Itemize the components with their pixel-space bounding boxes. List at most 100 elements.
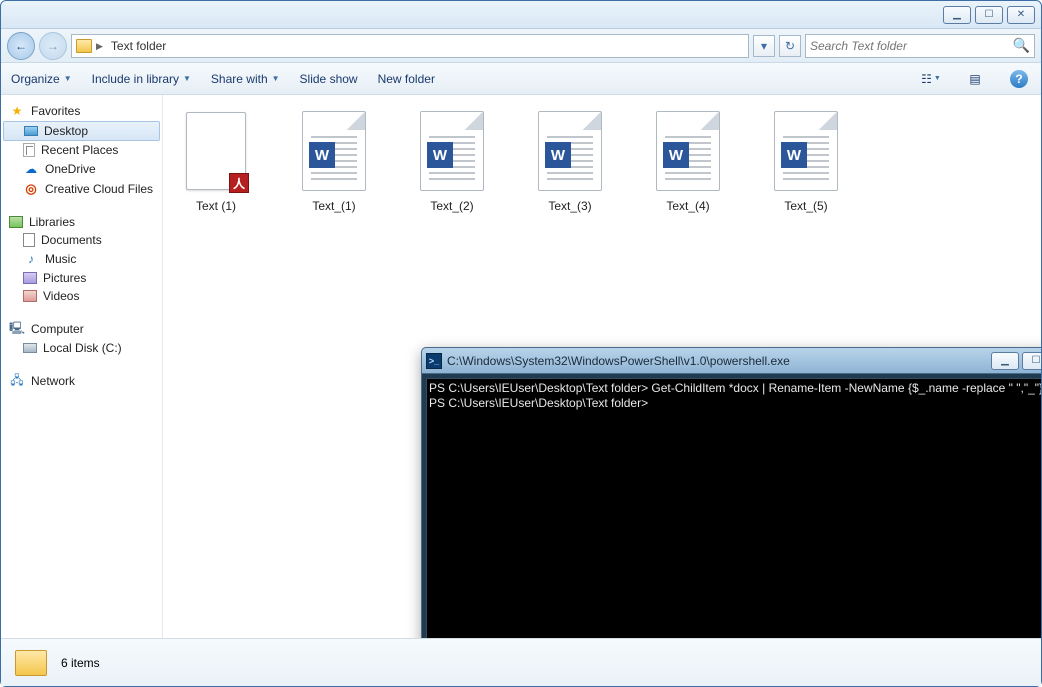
file-item[interactable]: WText_(4)	[643, 109, 733, 213]
nav-libraries[interactable]: Libraries	[1, 213, 162, 231]
view-icon: ☷	[921, 72, 932, 86]
file-item[interactable]: W Text_(3)	[525, 109, 615, 213]
file-item[interactable]: W Text_(2)	[407, 109, 497, 213]
organize-menu[interactable]: Organize ▼	[11, 72, 72, 86]
file-item[interactable]: W Text_(5)	[761, 109, 851, 213]
chevron-down-icon: ▼	[183, 74, 191, 83]
arrow-left-icon: ←	[15, 39, 27, 53]
ps-maximize-button[interactable]: ☐	[1022, 352, 1041, 370]
folder-icon	[15, 650, 47, 676]
nav-onedrive[interactable]: ☁OneDrive	[1, 159, 162, 179]
file-name: Text_(5)	[784, 199, 827, 213]
nav-documents[interactable]: Documents	[1, 231, 162, 249]
arrow-right-icon: →	[47, 39, 59, 53]
breadcrumb-current[interactable]: Text folder	[107, 39, 170, 53]
new-folder-button[interactable]: New folder	[378, 72, 435, 86]
nav-local-disk[interactable]: Local Disk (C:)	[1, 339, 162, 357]
file-item[interactable]: 人 Text (1)	[171, 109, 261, 213]
maximize-button[interactable]: ☐	[975, 6, 1003, 24]
documents-icon	[23, 233, 35, 247]
command-bar: Organize ▼ Include in library ▼ Share with…	[1, 63, 1041, 95]
file-name: Text_(3)	[548, 199, 591, 213]
refresh-button[interactable]: ↻	[779, 35, 801, 57]
forward-button[interactable]: →	[39, 32, 67, 60]
file-name: Text (1)	[196, 199, 236, 213]
item-count: 6 items	[61, 656, 100, 670]
file-name: Text_(2)	[430, 199, 473, 213]
nav-creative-cloud[interactable]: ◎ Creative Cloud Files	[1, 179, 162, 199]
nav-network[interactable]: 🖧Network	[1, 371, 162, 391]
slideshow-label: Slide show	[300, 72, 358, 86]
include-label: Include in library	[92, 72, 179, 86]
slideshow-button[interactable]: Slide show	[300, 72, 358, 86]
search-box[interactable]: 🔍	[805, 34, 1035, 58]
nav-label: Creative Cloud Files	[45, 182, 153, 196]
ps-minimize-button[interactable]: ▁	[991, 352, 1019, 370]
minimize-button[interactable]: ▁	[943, 6, 971, 24]
address-field[interactable]: ▶ Text folder	[71, 34, 749, 58]
help-icon: ?	[1010, 70, 1028, 88]
chevron-down-icon: ▼	[272, 74, 280, 83]
nav-label: Recent Places	[41, 143, 118, 157]
pictures-icon	[23, 272, 37, 284]
nav-recent-places[interactable]: Recent Places	[1, 141, 162, 159]
folder-icon	[76, 39, 92, 53]
view-options-button[interactable]: ☷▼	[919, 68, 943, 90]
docx-thumbnail: W	[652, 109, 724, 193]
status-bar: 6 items	[1, 638, 1041, 686]
powershell-window[interactable]: >_ C:\Windows\System32\WindowsPowerShell…	[421, 347, 1041, 638]
powershell-titlebar[interactable]: >_ C:\Windows\System32\WindowsPowerShell…	[422, 348, 1041, 374]
nav-label: Local Disk (C:)	[43, 341, 122, 355]
nav-label: Pictures	[43, 271, 86, 285]
nav-label: Libraries	[29, 215, 75, 229]
pdf-thumbnail: 人	[180, 109, 252, 193]
newfolder-label: New folder	[378, 72, 435, 86]
organize-label: Organize	[11, 72, 60, 86]
nav-computer[interactable]: 🖳Computer	[1, 319, 162, 339]
word-icon: W	[781, 142, 807, 168]
file-list: 人Text (1)WText_(1)WText_(2)WText_(3)WTex…	[163, 95, 1041, 227]
word-icon: W	[427, 142, 453, 168]
search-input[interactable]	[810, 39, 1013, 53]
docx-thumbnail: W	[770, 109, 842, 193]
address-bar: ← → ▶ Text folder ▾ ↻ 🔍	[1, 29, 1041, 63]
nav-pictures[interactable]: Pictures	[1, 269, 162, 287]
preview-pane-button[interactable]: ▤	[963, 68, 987, 90]
music-icon: ♪	[23, 251, 39, 267]
include-library-menu[interactable]: Include in library ▼	[92, 72, 191, 86]
help-button[interactable]: ?	[1007, 68, 1031, 90]
powershell-body[interactable]: PS C:\Users\IEUser\Desktop\Text folder> …	[426, 378, 1041, 638]
nav-label: Favorites	[31, 104, 80, 118]
powershell-icon: >_	[426, 353, 442, 369]
nav-favorites[interactable]: ★ Favorites	[1, 101, 162, 121]
chevron-down-icon: ▼	[64, 74, 72, 83]
explorer-body: ★ Favorites Desktop Recent Places ☁OneDri…	[1, 95, 1041, 638]
nav-label: Videos	[43, 289, 79, 303]
nav-label: Desktop	[44, 124, 88, 138]
cloud-icon: ☁	[23, 161, 39, 177]
file-name: Text_(1)	[312, 199, 355, 213]
star-icon: ★	[9, 103, 25, 119]
desktop-icon	[24, 126, 38, 136]
share-with-menu[interactable]: Share with ▼	[211, 72, 280, 86]
address-dropdown-button[interactable]: ▾	[753, 35, 775, 57]
libraries-icon	[9, 216, 23, 228]
back-button[interactable]: ←	[7, 32, 35, 60]
docx-thumbnail: W	[534, 109, 606, 193]
word-icon: W	[545, 142, 571, 168]
cc-icon: ◎	[23, 181, 39, 197]
powershell-output: PS C:\Users\IEUser\Desktop\Text folder> …	[427, 379, 1041, 413]
content-pane[interactable]: 人Text (1)WText_(1)WText_(2)WText_(3)WTex…	[163, 95, 1041, 638]
nav-label: Music	[45, 252, 76, 266]
nav-music[interactable]: ♪ Music	[1, 249, 162, 269]
nav-label: Documents	[41, 233, 102, 247]
explorer-window: ▁ ☐ ✕ ← → ▶ Text folder ▾ ↻ 🔍 Organize ▼ …	[0, 0, 1042, 687]
share-label: Share with	[211, 72, 268, 86]
search-icon: 🔍	[1013, 37, 1030, 54]
nav-videos[interactable]: Videos	[1, 287, 162, 305]
videos-icon	[23, 290, 37, 302]
nav-desktop[interactable]: Desktop	[3, 121, 160, 141]
close-button[interactable]: ✕	[1007, 6, 1035, 24]
file-item[interactable]: WText_(1)	[289, 109, 379, 213]
window-titlebar: ▁ ☐ ✕	[1, 1, 1041, 29]
